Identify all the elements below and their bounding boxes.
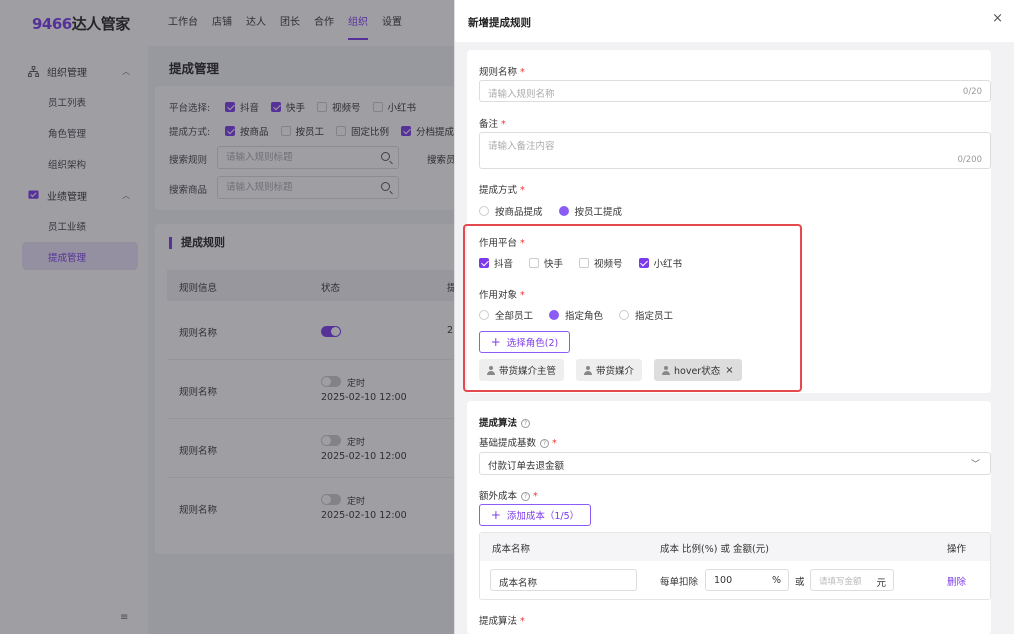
- amount-input[interactable]: 请填写金额 元: [810, 569, 894, 591]
- plus-icon: +: [490, 508, 501, 522]
- app-root: 9466达人管家 工作台 店铺 达人 团长 合作 组织 设置 组织管理 ︿ 员工…: [0, 0, 1014, 634]
- drawer-title: 新增提成规则: [468, 17, 531, 29]
- note-textarea[interactable]: 请输入备注内容 0/200: [479, 132, 991, 169]
- add-cost-button[interactable]: + 添加成本（1/5）: [479, 504, 591, 526]
- highlight-annotation-box: [463, 224, 802, 392]
- radio-by-product[interactable]: 按商品提成: [479, 204, 543, 218]
- extra-cost-label: 额外成本? *: [479, 491, 538, 502]
- help-icon[interactable]: ?: [521, 492, 531, 501]
- or-label: 或: [795, 577, 805, 588]
- drawer-header: 新增提成规则 ×: [455, 0, 1014, 42]
- help-icon[interactable]: ?: [521, 419, 531, 428]
- radio-selected[interactable]: [558, 206, 569, 216]
- radio[interactable]: [479, 206, 489, 216]
- rule-name-label: 规则名称 *: [479, 67, 525, 78]
- method-radio-group: 按商品提成 按员工提成: [479, 204, 638, 218]
- algorithm-label: 提成算法 *: [479, 616, 525, 627]
- percent-input[interactable]: 100 %: [705, 569, 789, 591]
- deduct-label: 每单扣除: [660, 577, 699, 588]
- base-select[interactable]: 付款订单去退金额 ﹀: [479, 452, 991, 475]
- column-header: 成本名称: [492, 544, 531, 555]
- char-count: 0/20: [962, 87, 982, 97]
- column-header: 操作: [947, 544, 967, 555]
- column-header: 成本 比例(%) 或 金额(元): [660, 544, 769, 555]
- cost-name-input[interactable]: 成本名称: [490, 569, 637, 591]
- help-icon[interactable]: ?: [540, 439, 550, 448]
- selected-value: 付款订单去退金额: [488, 461, 565, 472]
- amount-unit: 元: [876, 578, 886, 589]
- cost-table: 成本名称 成本 比例(%) 或 金额(元) 操作 成本名称 每单扣除 100 %…: [479, 532, 991, 600]
- rule-name-input[interactable]: 请输入规则名称 0/20: [479, 80, 991, 102]
- algorithm-card: 提成算法? 基础提成基数? * 付款订单去退金额 ﹀ 额外成本? * + 添加成本（1…: [467, 401, 991, 634]
- percent-unit: %: [771, 575, 781, 586]
- cost-table-header: 成本名称 成本 比例(%) 或 金额(元) 操作: [480, 533, 990, 561]
- chevron-down-icon: ﹀: [970, 460, 980, 470]
- char-count: 0/200: [957, 155, 983, 165]
- method-label: 提成方式 *: [479, 185, 525, 196]
- radio-by-employee[interactable]: 按员工提成: [558, 204, 622, 218]
- note-label: 备注 *: [479, 119, 506, 130]
- delete-link[interactable]: 删除: [947, 574, 966, 588]
- base-label: 基础提成基数? *: [479, 438, 557, 449]
- close-icon[interactable]: ×: [992, 11, 1003, 26]
- algorithm-title: 提成算法?: [479, 415, 531, 429]
